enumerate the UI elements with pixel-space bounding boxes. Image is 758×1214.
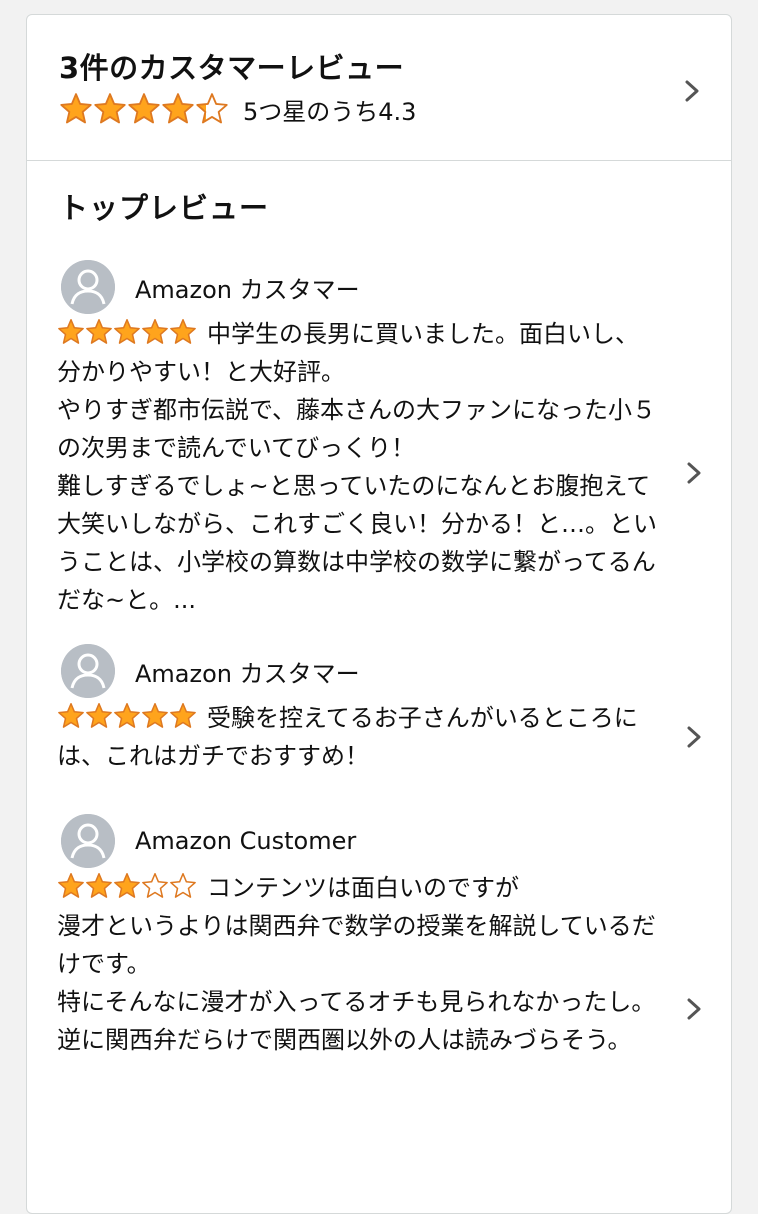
- review-item[interactable]: Amazon カスタマー 中学生の長男に買いました。面白いし、分かりやすい！と大…: [27, 259, 733, 619]
- chevron-right-icon[interactable]: [685, 997, 703, 1021]
- review-text: 中学生の長男に買いました。面白いし、分かりやすい！と大好評。 やりすぎ都市伝説で…: [57, 320, 657, 614]
- star-icon: [85, 702, 113, 730]
- reviews-card: 3件のカスタマーレビュー 5つ星のうち4.3 トップレビュー Amazon カス…: [26, 14, 732, 1214]
- review-star-rating: [57, 702, 197, 730]
- star-icon: [57, 318, 85, 346]
- chevron-right-icon[interactable]: [683, 79, 701, 103]
- star-icon: [85, 872, 113, 900]
- star-icon: [169, 702, 197, 730]
- review-body: コンテンツは面白いのですが 漫才というよりは関西弁で数学の授業を解説しているだけ…: [57, 869, 657, 1059]
- review-star-rating: [57, 872, 197, 900]
- star-icon: [57, 702, 85, 730]
- review-body: 中学生の長男に買いました。面白いし、分かりやすい！と大好評。 やりすぎ都市伝説で…: [57, 315, 657, 619]
- star-icon: [169, 318, 197, 346]
- review-author: Amazon Customer: [61, 813, 356, 869]
- star-icon: [113, 872, 141, 900]
- top-reviews-heading: トップレビュー: [59, 191, 270, 225]
- review-item[interactable]: Amazon Customer コンテンツは面白いのですが 漫才というよりは関西…: [27, 813, 733, 1143]
- star-icon: [57, 872, 85, 900]
- review-author: Amazon カスタマー: [61, 643, 360, 699]
- reviews-count-title: 3件のカスタマーレビュー: [59, 51, 405, 85]
- chevron-right-icon[interactable]: [685, 725, 703, 749]
- review-item[interactable]: Amazon カスタマー 受験を控えてるお子さんがいるところには、これはガチでお…: [27, 643, 733, 783]
- author-name: Amazon カスタマー: [135, 275, 360, 304]
- customer-reviews-summary[interactable]: 3件のカスタマーレビュー 5つ星のうち4.3: [27, 15, 731, 161]
- chevron-right-icon[interactable]: [685, 461, 703, 485]
- user-avatar-icon: [61, 814, 115, 868]
- star-icon: [141, 702, 169, 730]
- review-author: Amazon カスタマー: [61, 259, 360, 315]
- summary-rating-row: 5つ星のうち4.3: [59, 91, 416, 127]
- author-name: Amazon Customer: [135, 827, 357, 855]
- review-star-rating: [57, 318, 197, 346]
- user-avatar-icon: [61, 644, 115, 698]
- star-icon: [93, 92, 127, 126]
- summary-star-rating: [59, 92, 229, 126]
- star-icon: [161, 92, 195, 126]
- review-body: 受験を控えてるお子さんがいるところには、これはガチでおすすめ！: [57, 699, 657, 775]
- star-icon: [195, 92, 229, 126]
- author-name: Amazon カスタマー: [135, 659, 360, 688]
- star-icon: [141, 872, 169, 900]
- star-icon: [113, 318, 141, 346]
- star-icon: [113, 702, 141, 730]
- summary-rating-text: 5つ星のうち4.3: [243, 97, 417, 126]
- user-avatar-icon: [61, 260, 115, 314]
- review-text: コンテンツは面白いのですが 漫才というよりは関西弁で数学の授業を解説しているだけ…: [57, 874, 656, 1054]
- star-icon: [169, 872, 197, 900]
- star-icon: [127, 92, 161, 126]
- star-icon: [85, 318, 113, 346]
- star-icon: [141, 318, 169, 346]
- star-icon: [59, 92, 93, 126]
